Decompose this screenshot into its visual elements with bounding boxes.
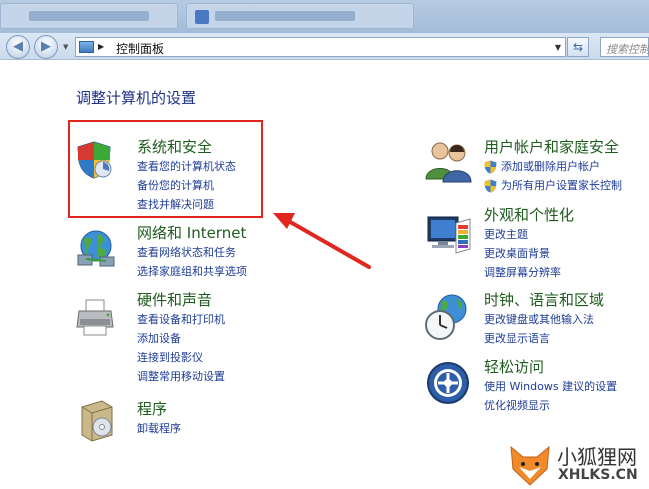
category-title-hardware-sound[interactable]: 硬件和声音 — [137, 290, 225, 310]
link-add-remove-accounts-label: 添加或删除用户帐户 — [501, 160, 600, 173]
link-parental-controls-label: 为所有用户设置家长控制 — [501, 179, 622, 192]
link-add-remove-accounts[interactable]: 添加或删除用户帐户 — [484, 157, 622, 176]
address-field[interactable]: ▶ 控制面板 ▼ — [75, 37, 566, 57]
link-windows-recommended[interactable]: 使用 Windows 建议的设置 — [484, 377, 617, 396]
category-title-user-accounts[interactable]: 用户帐户和家庭安全 — [484, 137, 622, 157]
browser-tab-blurred[interactable] — [0, 3, 178, 29]
link-add-device[interactable]: 添加设备 — [137, 329, 225, 348]
printer-icon[interactable] — [76, 297, 116, 341]
address-dropdown-icon[interactable]: ▼ — [555, 43, 561, 52]
control-panel-icon — [79, 41, 94, 53]
link-uninstall-program[interactable]: 卸载程序 — [137, 419, 181, 438]
breadcrumb-chevron-icon[interactable]: ▶ — [98, 42, 104, 51]
monitor-palette-icon[interactable] — [426, 213, 472, 259]
link-change-display-language[interactable]: 更改显示语言 — [484, 329, 604, 348]
category-title-network-internet[interactable]: 网络和 Internet — [137, 223, 247, 243]
link-optimize-video[interactable]: 优化视频显示 — [484, 396, 617, 415]
link-change-keyboard-input[interactable]: 更改键盘或其他输入法 — [484, 310, 604, 329]
link-homegroup-sharing[interactable]: 选择家庭组和共享选项 — [137, 262, 247, 281]
link-network-status[interactable]: 查看网络状态和任务 — [137, 243, 247, 262]
watermark-cn: 小狐狸网 — [557, 445, 637, 469]
link-parental-controls[interactable]: 为所有用户设置家长控制 — [484, 176, 622, 195]
window-title-bar — [0, 0, 649, 33]
annotation-arrow-icon — [273, 213, 371, 269]
category-title-programs[interactable]: 程序 — [137, 399, 181, 419]
link-change-theme[interactable]: 更改主题 — [484, 225, 574, 244]
uac-shield-icon — [484, 179, 497, 193]
category-programs: 程序 卸载程序 — [137, 399, 181, 438]
link-mobility-settings[interactable]: 调整常用移动设置 — [137, 367, 225, 386]
highlight-box — [68, 120, 263, 218]
search-input[interactable]: 搜索控制面 — [600, 37, 649, 57]
tab-label-blurred — [29, 11, 149, 21]
breadcrumb-control-panel[interactable]: 控制面板 — [116, 40, 164, 57]
uac-shield-icon — [484, 160, 497, 174]
control-panel-content: 调整计算机的设置 系统和安全 查看您的计算机状态 备份您的计算机 查找并解决问题 — [0, 61, 649, 489]
category-title-appearance[interactable]: 外观和个性化 — [484, 205, 574, 225]
programs-box-icon[interactable] — [78, 397, 116, 447]
forward-button[interactable]: ▶ — [34, 35, 58, 59]
back-button[interactable]: ◀ — [6, 35, 30, 59]
clock-globe-icon[interactable] — [424, 293, 470, 345]
site-watermark: 小狐狸网 XHLKS.CN — [505, 439, 649, 489]
network-globe-icon[interactable] — [76, 229, 116, 271]
refresh-button[interactable]: ⇆ — [567, 37, 589, 57]
tab-label-blurred — [215, 11, 355, 21]
category-network-internet: 网络和 Internet 查看网络状态和任务 选择家庭组和共享选项 — [137, 223, 247, 281]
recent-pages-dropdown[interactable]: ▼ — [63, 43, 68, 51]
link-change-background[interactable]: 更改桌面背景 — [484, 244, 574, 263]
search-placeholder: 搜索控制面 — [606, 43, 649, 56]
link-devices-printers[interactable]: 查看设备和打印机 — [137, 310, 225, 329]
category-appearance: 外观和个性化 更改主题 更改桌面背景 调整屏幕分辨率 — [484, 205, 574, 282]
fox-logo-icon — [510, 445, 550, 486]
page-title: 调整计算机的设置 — [76, 89, 197, 107]
category-title-clock-language-region[interactable]: 时钟、语言和区域 — [484, 290, 604, 310]
category-title-ease-of-access[interactable]: 轻松访问 — [484, 357, 617, 377]
link-screen-resolution[interactable]: 调整屏幕分辨率 — [484, 263, 574, 282]
category-ease-of-access: 轻松访问 使用 Windows 建议的设置 优化视频显示 — [484, 357, 617, 415]
link-connect-projector[interactable]: 连接到投影仪 — [137, 348, 225, 367]
browser-tab-active-blurred[interactable] — [186, 3, 414, 29]
watermark-en: XHLKS.CN — [558, 467, 638, 483]
category-hardware-sound: 硬件和声音 查看设备和打印机 添加设备 连接到投影仪 调整常用移动设置 — [137, 290, 225, 386]
tab-favicon — [195, 10, 209, 24]
ease-of-access-icon[interactable] — [426, 361, 470, 409]
category-clock-language-region: 时钟、语言和区域 更改键盘或其他输入法 更改显示语言 — [484, 290, 604, 348]
users-icon[interactable] — [424, 139, 474, 187]
address-toolbar: ◀ ▶ ▼ ▶ 控制面板 ▼ ⇆ 搜索控制面 — [0, 33, 649, 60]
category-user-accounts: 用户帐户和家庭安全 添加或删除用户帐户 为所有用户设置家长控制 — [484, 137, 622, 195]
